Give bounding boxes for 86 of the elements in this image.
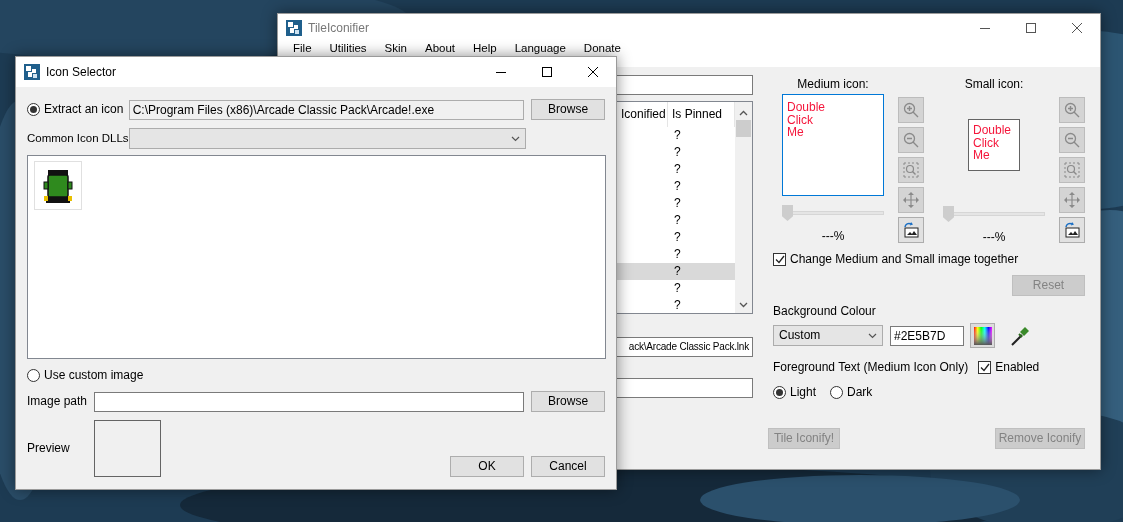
menu-item[interactable]: Donate xyxy=(574,42,630,55)
tool-button[interactable] xyxy=(1059,217,1085,243)
scrollbar[interactable] xyxy=(735,102,752,313)
icon-preview[interactable]: Double Click Me xyxy=(782,94,884,196)
radio-label: Light xyxy=(790,385,817,400)
zoom-fit-icon xyxy=(1064,162,1080,178)
table-cell-text: ? xyxy=(673,230,682,245)
checkbox-label: Enabled xyxy=(995,360,1040,375)
eyedropper-icon[interactable] xyxy=(1010,325,1030,346)
image-path-field[interactable] xyxy=(93,391,525,412)
zoom-reading: ---% xyxy=(820,229,846,244)
radio-label: Use custom image xyxy=(44,368,144,383)
field-label: Image path xyxy=(27,394,89,409)
dialog-button[interactable]: Cancel xyxy=(531,456,605,477)
menu-item[interactable]: About xyxy=(415,42,465,55)
field-label: Preview xyxy=(27,441,71,456)
maximize-icon xyxy=(1026,23,1036,33)
preview-text: Double Click Me xyxy=(973,124,1012,162)
dropdown-value: Custom xyxy=(779,328,821,343)
icon-preview[interactable]: Double Click Me xyxy=(968,119,1020,171)
hex-field[interactable]: #2E5B7D xyxy=(890,325,964,346)
radio-button[interactable] xyxy=(830,386,844,399)
window-title: Icon Selector xyxy=(46,64,118,80)
radio-label: Dark xyxy=(847,385,873,400)
section-label: Background Colour xyxy=(773,304,877,319)
path-field[interactable]: C:\Program Files (x86)\Arcade Classic Pack\Arcade!.exe xyxy=(128,99,525,120)
checkbox[interactable] xyxy=(773,253,786,266)
table-cell-text: ? xyxy=(673,298,682,313)
figure-icon xyxy=(42,167,74,204)
move-icon xyxy=(903,192,919,208)
tool-button[interactable] xyxy=(898,217,924,243)
zoom-out-icon xyxy=(903,132,919,148)
preview-box xyxy=(94,420,161,477)
app-logo-icon xyxy=(24,64,40,80)
table-cell-text: ? xyxy=(673,213,682,228)
table-cell-text: ? xyxy=(673,264,682,279)
field-label: Common Icon DLLs xyxy=(27,131,129,146)
zoom-in-icon xyxy=(903,102,919,118)
scroll-down-icon xyxy=(739,302,748,308)
menu-item[interactable]: File xyxy=(284,42,321,55)
table-cell-text: ? xyxy=(673,247,682,262)
move-icon xyxy=(1064,192,1080,208)
checkbox[interactable] xyxy=(978,361,992,374)
zoom-fit-icon xyxy=(903,162,919,178)
table-cell-text: ? xyxy=(673,281,682,296)
menu-item[interactable]: Utilities xyxy=(320,42,376,55)
colour-picker-button[interactable] xyxy=(970,323,995,348)
colour-spectrum-icon xyxy=(973,326,992,345)
replace-image-icon xyxy=(1064,222,1080,238)
section-label: Medium icon: xyxy=(796,76,870,93)
scroll-thumb[interactable] xyxy=(736,120,751,137)
zoom-slider[interactable] xyxy=(943,206,1045,222)
close-icon xyxy=(588,67,598,77)
scroll-up-icon xyxy=(739,110,748,116)
checkbox-label: Change Medium and Small image together xyxy=(790,252,1019,267)
caret-icon xyxy=(511,135,520,142)
table-cell-text: ? xyxy=(673,128,682,143)
app-logo-icon xyxy=(286,20,302,36)
preview-text: Double Click Me xyxy=(787,101,826,139)
window-title: TileIconifier xyxy=(308,20,370,36)
menu-item[interactable]: Skin xyxy=(375,42,416,55)
zoom-reading: ---% xyxy=(981,230,1007,245)
zoom-in-icon xyxy=(1064,102,1080,118)
section-label: Foreground Text (Medium Icon Only) xyxy=(773,360,969,375)
icon-tile[interactable] xyxy=(34,161,82,210)
dialog-button[interactable]: OK xyxy=(450,456,524,477)
table-cell-text: ? xyxy=(673,162,682,177)
table-cell-text: ? xyxy=(673,196,682,211)
table-cell-text: ? xyxy=(673,179,682,194)
caret-icon xyxy=(868,332,877,339)
browse-button[interactable]: Browse xyxy=(531,391,605,412)
replace-image-icon xyxy=(903,222,919,238)
section-label: Small icon: xyxy=(963,76,1025,93)
menu-item[interactable]: Language xyxy=(505,42,575,55)
browse-button[interactable]: Browse xyxy=(531,99,605,120)
zoom-out-icon xyxy=(1064,132,1080,148)
radio-label: Extract an icon xyxy=(44,102,124,117)
radio-button[interactable] xyxy=(773,386,786,399)
zoom-slider[interactable] xyxy=(782,205,884,221)
maximize-icon xyxy=(542,67,552,77)
colour-dropdown[interactable]: Custom xyxy=(773,325,883,346)
radio-button[interactable] xyxy=(27,369,40,382)
table-cell-text: ? xyxy=(673,145,682,160)
close-icon xyxy=(1072,23,1082,33)
radio-button[interactable] xyxy=(27,103,40,116)
menu-item[interactable]: Help xyxy=(464,42,506,55)
